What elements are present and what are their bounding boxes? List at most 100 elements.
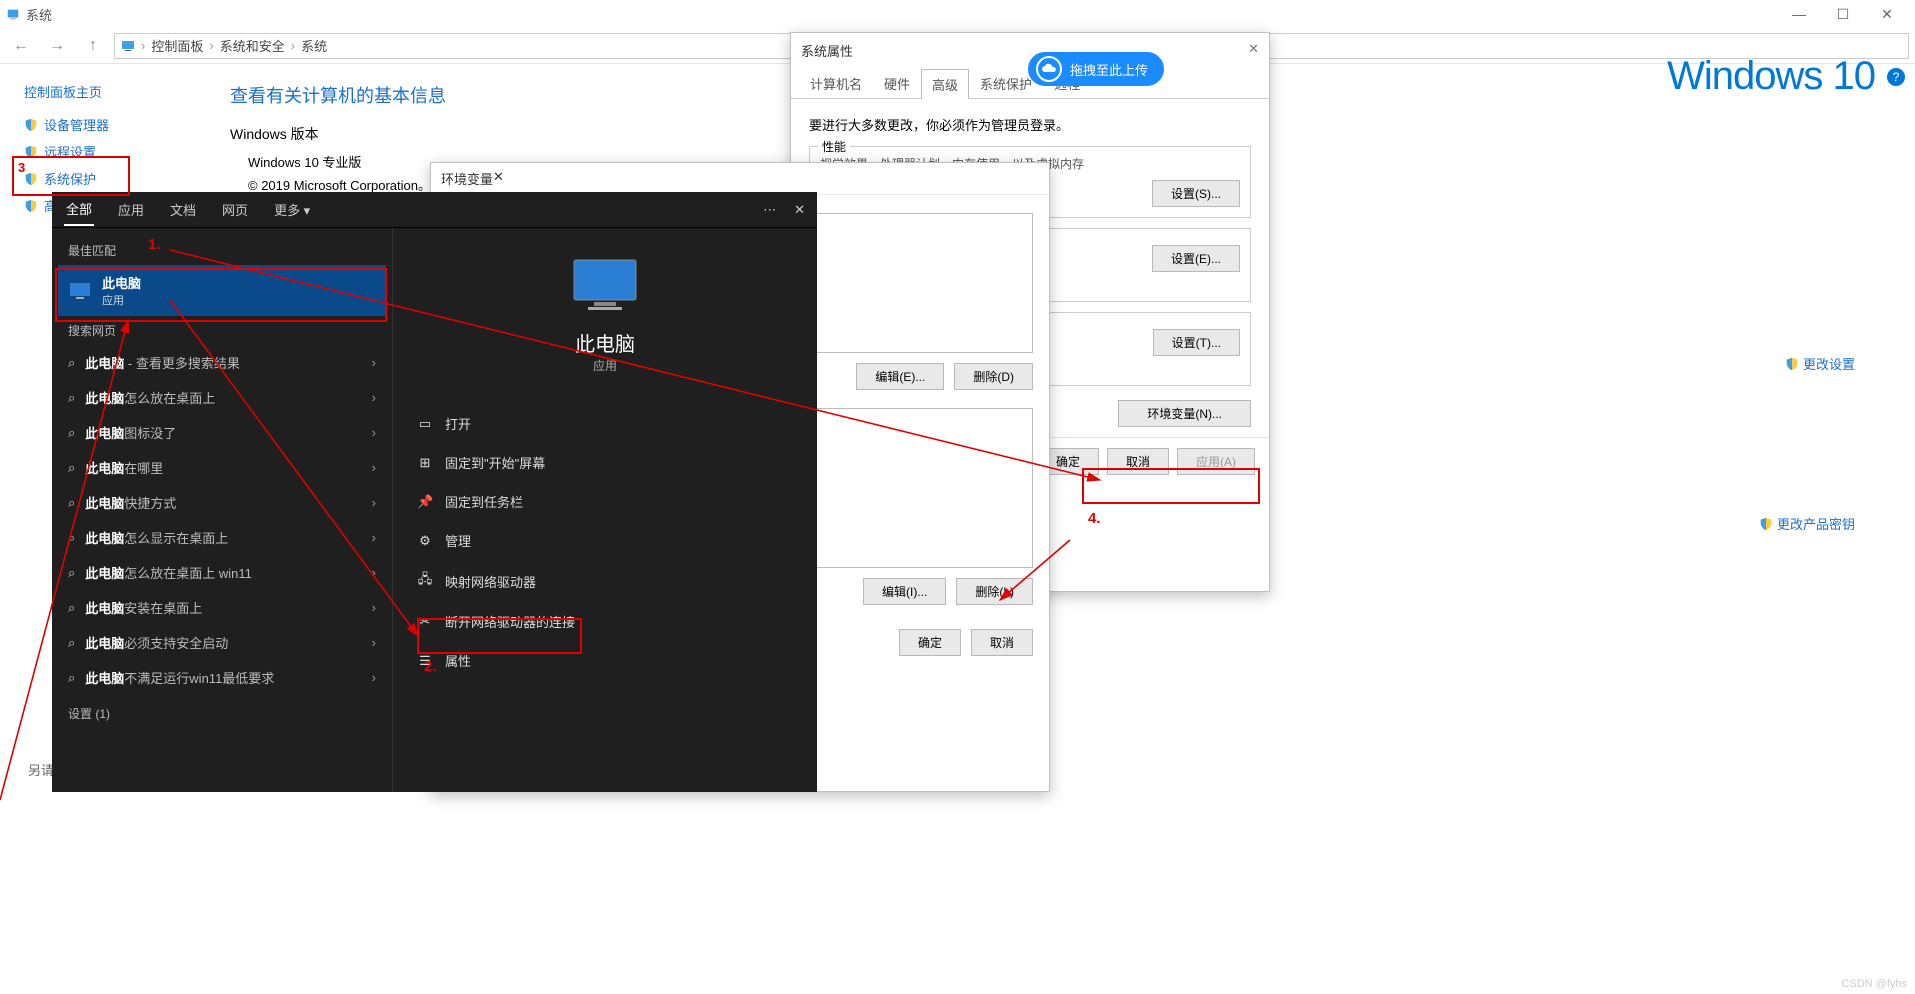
action-4[interactable]: 🖧映射网络驱动器: [413, 560, 797, 602]
search-tab-all[interactable]: 全部: [64, 193, 94, 226]
web-result-6[interactable]: ⌕此电脑怎么放在桌面上 win11›: [58, 555, 386, 590]
dialog-title: 系统属性: [801, 41, 853, 60]
chevron-right-icon: ›: [372, 530, 376, 545]
up-button[interactable]: ↑: [78, 37, 108, 55]
action-icon: 📌: [417, 494, 433, 510]
upload-pill[interactable]: 拖拽至此上传: [1028, 52, 1164, 86]
preview-title: 此电脑: [575, 328, 635, 357]
env-vars-button[interactable]: 环境变量(N)...: [1118, 400, 1251, 427]
shield-icon: [24, 118, 38, 132]
back-button[interactable]: ←: [6, 37, 36, 55]
change-settings-link[interactable]: 更改设置: [1785, 354, 1855, 373]
web-result-5[interactable]: ⌕此电脑怎么显示在桌面上›: [58, 520, 386, 555]
crumb-3[interactable]: 系统: [301, 36, 327, 55]
web-result-2[interactable]: ⌕此电脑图标没了›: [58, 415, 386, 450]
system-icon: [6, 7, 20, 21]
action-3[interactable]: ⚙管理: [413, 521, 797, 560]
action-1[interactable]: ⊞固定到"开始"屏幕: [413, 443, 797, 482]
window-titlebar: 系统 — ☐ ✕: [0, 0, 1915, 28]
help-icon[interactable]: ?: [1887, 68, 1905, 86]
preview-sub: 应用: [593, 357, 617, 374]
pc-icon: [121, 39, 135, 53]
apply-button[interactable]: 应用(A): [1177, 448, 1255, 475]
close-icon[interactable]: ✕: [1248, 41, 1259, 60]
search-icon: ⌕: [68, 390, 75, 406]
search-tab-more[interactable]: 更多 ▾: [272, 194, 312, 225]
cancel-button[interactable]: 取消: [1107, 448, 1169, 475]
web-result-1[interactable]: ⌕此电脑怎么放在桌面上›: [58, 380, 386, 415]
chevron-right-icon: ›: [372, 460, 376, 475]
change-key-link[interactable]: 更改产品密钥: [1759, 514, 1855, 533]
web-result-7[interactable]: ⌕此电脑安装在桌面上›: [58, 590, 386, 625]
window-title: 系统: [26, 5, 52, 24]
action-2[interactable]: 📌固定到任务栏: [413, 482, 797, 521]
search-tab-web[interactable]: 网页: [220, 194, 250, 225]
action-6[interactable]: ☰属性: [413, 641, 797, 680]
result-this-pc[interactable]: 此电脑应用: [58, 265, 386, 316]
sidebar-item-remote[interactable]: 远程设置: [24, 138, 192, 165]
web-result-3[interactable]: ⌕此电脑在哪里›: [58, 450, 386, 485]
crumb-1[interactable]: 控制面板: [151, 36, 203, 55]
action-0[interactable]: ▭打开: [413, 404, 797, 443]
chevron-right-icon: ›: [372, 600, 376, 615]
search-icon: ⌕: [68, 600, 75, 616]
search-panel: 全部 应用 文档 网页 更多 ▾ ⋯✕ 最佳匹配 此电脑应用 搜索网页 ⌕此电脑…: [52, 192, 817, 792]
startup-settings-button[interactable]: 设置(T)...: [1153, 329, 1240, 356]
search-icon: ⌕: [68, 670, 75, 686]
pc-icon: [68, 279, 92, 303]
more-icon[interactable]: ⋯: [763, 202, 776, 218]
pc-large-icon: [570, 258, 640, 314]
tab-computer-name[interactable]: 计算机名: [799, 68, 873, 98]
sidebar-item-protection[interactable]: 系统保护: [24, 165, 192, 192]
close-search-icon[interactable]: ✕: [794, 202, 805, 218]
profile-settings-button[interactable]: 设置(E)...: [1152, 245, 1240, 272]
sys-delete-button[interactable]: 删除(L): [956, 578, 1033, 605]
tab-hardware[interactable]: 硬件: [873, 68, 921, 98]
web-result-0[interactable]: ⌕此电脑 - 查看更多搜索结果›: [58, 345, 386, 380]
web-result-8[interactable]: ⌕此电脑必须支持安全启动›: [58, 625, 386, 660]
chevron-right-icon: ›: [372, 495, 376, 510]
admin-note: 要进行大多数更改，你必须作为管理员登录。: [809, 115, 1251, 134]
action-icon: ✂: [417, 614, 433, 630]
chevron-right-icon: ›: [372, 635, 376, 650]
section-web: 搜索网页: [58, 316, 386, 345]
see-also: 另请: [28, 760, 54, 779]
action-icon: ⚙: [417, 533, 433, 549]
search-icon: ⌕: [68, 355, 75, 371]
search-tab-docs[interactable]: 文档: [168, 194, 198, 225]
user-edit-button[interactable]: 编辑(E)...: [856, 363, 944, 390]
chevron-right-icon: ›: [372, 355, 376, 370]
forward-button[interactable]: →: [42, 37, 72, 55]
close-icon[interactable]: ✕: [493, 169, 504, 188]
env-title: 环境变量: [441, 169, 493, 188]
search-icon: ⌕: [68, 530, 75, 546]
windows-logo-text: Windows 10: [1667, 54, 1875, 99]
env-cancel-button[interactable]: 取消: [971, 629, 1033, 656]
minimize-button[interactable]: —: [1777, 6, 1821, 23]
search-preview: 此电脑 应用 ▭打开⊞固定到"开始"屏幕📌固定到任务栏⚙管理🖧映射网络驱动器✂断…: [392, 228, 817, 792]
web-result-9[interactable]: ⌕此电脑不满足运行win11最低要求›: [58, 660, 386, 695]
sys-edit-button[interactable]: 编辑(I)...: [863, 578, 946, 605]
search-icon: ⌕: [68, 495, 75, 511]
search-tab-apps[interactable]: 应用: [116, 194, 146, 225]
close-button[interactable]: ✕: [1865, 6, 1909, 23]
action-5[interactable]: ✂断开网络驱动器的连接: [413, 602, 797, 641]
env-ok-button[interactable]: 确定: [899, 629, 961, 656]
cloud-icon: [1036, 56, 1062, 82]
action-icon: ▭: [417, 416, 433, 432]
sidebar-item-device-manager[interactable]: 设备管理器: [24, 111, 192, 138]
user-delete-button[interactable]: 删除(D): [954, 363, 1033, 390]
action-icon: 🖧: [417, 570, 433, 592]
section-best: 最佳匹配: [58, 236, 386, 265]
shield-icon: [24, 199, 38, 213]
control-panel-home[interactable]: 控制面板主页: [24, 82, 192, 101]
crumb-2[interactable]: 系统和安全: [220, 36, 285, 55]
search-results: 最佳匹配 此电脑应用 搜索网页 ⌕此电脑 - 查看更多搜索结果›⌕此电脑怎么放在…: [52, 228, 392, 792]
search-icon: ⌕: [68, 565, 75, 581]
perf-settings-button[interactable]: 设置(S)...: [1152, 180, 1240, 207]
section-settings: 设置 (1): [58, 699, 386, 728]
maximize-button[interactable]: ☐: [1821, 6, 1865, 23]
shield-icon: [1785, 357, 1799, 371]
web-result-4[interactable]: ⌕此电脑快捷方式›: [58, 485, 386, 520]
tab-advanced[interactable]: 高级: [921, 69, 969, 99]
